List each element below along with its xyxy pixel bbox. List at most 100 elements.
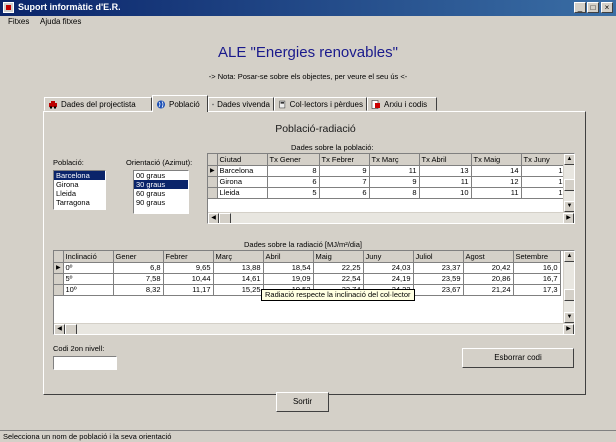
table-cell[interactable]: 11 (419, 176, 472, 188)
table-cell[interactable]: 7 (319, 176, 370, 188)
table-cell[interactable]: 21,24 (463, 284, 514, 296)
orientacio-listbox[interactable]: 00 graus 30 graus 60 graus 90 graus (133, 170, 189, 214)
orientacio-option[interactable]: 30 graus (134, 180, 188, 189)
table-cell[interactable]: 23,59 (413, 273, 464, 285)
table-row[interactable]: 5º 7,58 10,44 14,61 19,09 22,54 24,19 23… (54, 273, 561, 285)
vertical-scrollbar[interactable]: ▲ ▼ (563, 154, 574, 212)
table-cell[interactable]: 19,09 (263, 273, 314, 285)
tab-dades-projectista[interactable]: Dades del projectista (44, 97, 152, 111)
column-header[interactable]: Juliol (413, 251, 464, 263)
table-cell[interactable]: 14 (471, 165, 522, 177)
table-cell[interactable]: 6 (267, 176, 320, 188)
table-cell[interactable]: 11,17 (163, 284, 214, 296)
orientacio-option[interactable]: 00 graus (134, 171, 188, 180)
table-row[interactable]: Girona 6 7 9 11 12 1 (208, 176, 566, 188)
table-cell[interactable]: 15,25 (213, 284, 264, 296)
poblacio-option[interactable]: Barcelona (54, 171, 105, 180)
table-cell[interactable]: 11 (369, 165, 420, 177)
scroll-up-icon[interactable]: ▲ (564, 154, 574, 165)
table-cell[interactable]: 8 (369, 187, 420, 199)
vertical-scrollbar[interactable]: ▲ ▼ (563, 251, 574, 323)
tab-collectors-perdues[interactable]: Col·lectors i pèrdues (274, 97, 367, 111)
table-cell[interactable]: 6 (319, 187, 370, 199)
table-cell[interactable]: 24,19 (363, 273, 414, 285)
app-icon[interactable] (3, 2, 14, 13)
table-cell[interactable]: 12 (471, 176, 522, 188)
esborrar-codi-button[interactable]: Esborrar codi (462, 348, 574, 368)
table-cell[interactable]: 10º (63, 284, 114, 296)
table-cell[interactable]: 9,65 (163, 262, 214, 274)
table-cell[interactable]: 13,88 (213, 262, 264, 274)
scroll-left-icon[interactable]: ◀ (54, 324, 65, 334)
table-cell[interactable]: 13 (419, 165, 472, 177)
codi-input[interactable] (53, 356, 117, 370)
table-cell[interactable]: 23,67 (413, 284, 464, 296)
scroll-right-icon[interactable]: ▶ (563, 324, 574, 334)
column-header[interactable]: Setembre (513, 251, 561, 263)
column-header[interactable]: Tx Maig (471, 154, 522, 166)
scroll-thumb[interactable] (564, 179, 574, 191)
table-cell[interactable]: 20,86 (463, 273, 514, 285)
scroll-up-icon[interactable]: ▲ (564, 251, 574, 262)
tab-poblacio[interactable]: Població (152, 95, 208, 112)
scroll-thumb[interactable] (219, 213, 231, 223)
scroll-thumb[interactable] (65, 324, 77, 334)
column-header[interactable]: Agost (463, 251, 514, 263)
column-header[interactable]: Maig (313, 251, 364, 263)
table-cell[interactable]: 16,0 (513, 262, 561, 274)
horizontal-scrollbar[interactable]: ◀ ▶ (208, 212, 574, 223)
table-cell[interactable]: 22,54 (313, 273, 364, 285)
scroll-thumb[interactable] (564, 289, 574, 301)
table-cell[interactable]: 0º (63, 262, 114, 274)
scroll-left-icon[interactable]: ◀ (208, 213, 219, 223)
column-header[interactable]: Abril (263, 251, 314, 263)
close-button[interactable]: × (601, 2, 613, 13)
table-cell[interactable]: 6,8 (113, 262, 164, 274)
table-cell[interactable]: 18,54 (263, 262, 314, 274)
column-header[interactable]: Gener (113, 251, 164, 263)
horizontal-scrollbar[interactable]: ◀ ▶ (54, 323, 574, 334)
column-header[interactable]: Ciutad (217, 154, 268, 166)
table-row[interactable]: ▶ 0º 6,8 9,65 13,88 18,54 22,25 24,03 23… (54, 262, 561, 274)
column-header[interactable]: Tx Abril (419, 154, 472, 166)
tab-arxiu-codis[interactable]: Arxiu i codis (367, 97, 437, 111)
scroll-down-icon[interactable]: ▼ (564, 312, 574, 323)
table-row[interactable]: ▶ Barcelona 8 9 11 13 14 1 (208, 165, 566, 177)
poblacio-option[interactable]: Girona (54, 180, 105, 189)
table-cell[interactable]: Lleida (217, 187, 268, 199)
table-cell[interactable]: 9 (319, 165, 370, 177)
scroll-down-icon[interactable]: ▼ (564, 201, 574, 212)
menu-fitxes[interactable]: Fitxes (8, 17, 29, 26)
sortir-button[interactable]: Sortir (276, 392, 329, 412)
table-cell[interactable]: 23,37 (413, 262, 464, 274)
table-cell[interactable]: 5º (63, 273, 114, 285)
column-header[interactable]: Inclinació (63, 251, 114, 263)
table-cell[interactable]: 9 (369, 176, 420, 188)
maximize-button[interactable]: □ (587, 2, 599, 13)
poblacio-option[interactable]: Tarragona (54, 198, 105, 207)
column-header[interactable]: Tx Gener (267, 154, 320, 166)
table-cell[interactable]: Girona (217, 176, 268, 188)
column-header[interactable]: Tx Febrer (319, 154, 370, 166)
column-header[interactable]: Tx Juny (521, 154, 566, 166)
orientacio-option[interactable]: 60 graus (134, 189, 188, 198)
table-cell[interactable]: 20,42 (463, 262, 514, 274)
orientacio-option[interactable]: 90 graus (134, 198, 188, 207)
table-cell[interactable]: 7,58 (113, 273, 164, 285)
table-cell[interactable]: 8 (267, 165, 320, 177)
minimize-button[interactable]: _ (574, 2, 586, 13)
table-cell[interactable]: 17,3 (513, 284, 561, 296)
column-header[interactable]: Març (213, 251, 264, 263)
column-header[interactable]: Tx Març (369, 154, 420, 166)
menu-ajuda-fitxes[interactable]: Ajuda fitxes (40, 17, 81, 26)
table-cell[interactable]: 14,61 (213, 273, 264, 285)
table-cell[interactable]: 1 (521, 165, 566, 177)
tab-dades-vivenda[interactable]: Dades vivenda (208, 97, 274, 111)
table-cell[interactable]: 24,03 (363, 262, 414, 274)
table-cell[interactable]: 1 (521, 176, 566, 188)
title-bar[interactable]: Suport informàtic d'E.R. _ □ × (0, 0, 616, 16)
column-header[interactable]: Juny (363, 251, 414, 263)
poblacio-grid[interactable]: Ciutad Tx Gener Tx Febrer Tx Març Tx Abr… (207, 153, 575, 224)
table-row[interactable]: Lleida 5 6 8 10 11 1 (208, 187, 566, 199)
table-cell[interactable]: 8,32 (113, 284, 164, 296)
